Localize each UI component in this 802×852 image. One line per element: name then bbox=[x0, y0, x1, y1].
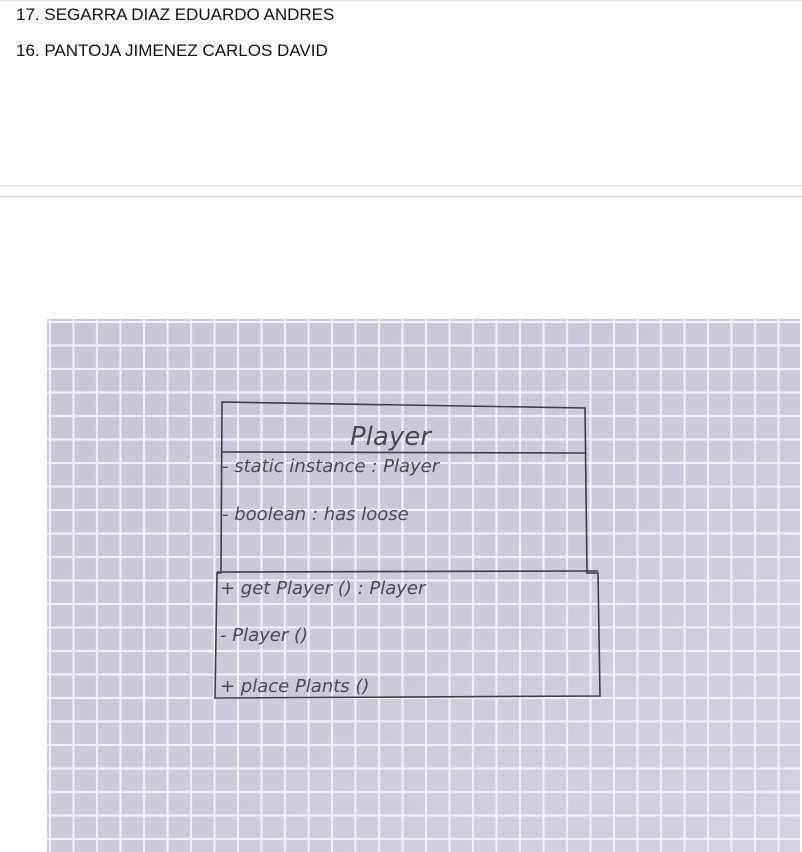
student-item: 17. SEGARRA DIAZ EDUARDO ANDRES bbox=[16, 5, 335, 24]
method-item: + get Player () : Player bbox=[220, 578, 427, 599]
class-name: Player bbox=[350, 422, 433, 452]
student-item: 16. PANTOJA JIMENEZ CARLOS DAVID bbox=[16, 41, 328, 60]
methods-separator-line bbox=[216, 570, 599, 573]
name-separator-line bbox=[221, 451, 587, 454]
section-divider bbox=[0, 196, 802, 197]
attribute-item: - boolean : has loose bbox=[222, 504, 409, 525]
top-rule bbox=[0, 0, 802, 1]
page: 17. SEGARRA DIAZ EDUARDO ANDRES 16. PANT… bbox=[0, 0, 802, 852]
method-item: - Player () bbox=[220, 625, 308, 646]
method-item: + place Plants () bbox=[220, 676, 369, 697]
attribute-item: - static instance : Player bbox=[222, 456, 441, 477]
section-divider bbox=[0, 185, 802, 186]
uml-diagram-photo: Player - static instance : Player - bool… bbox=[47, 319, 800, 852]
student-list: 17. SEGARRA DIAZ EDUARDO ANDRES 16. PANT… bbox=[16, 5, 334, 77]
graph-paper-photo: Player - static instance : Player - bool… bbox=[47, 319, 800, 852]
